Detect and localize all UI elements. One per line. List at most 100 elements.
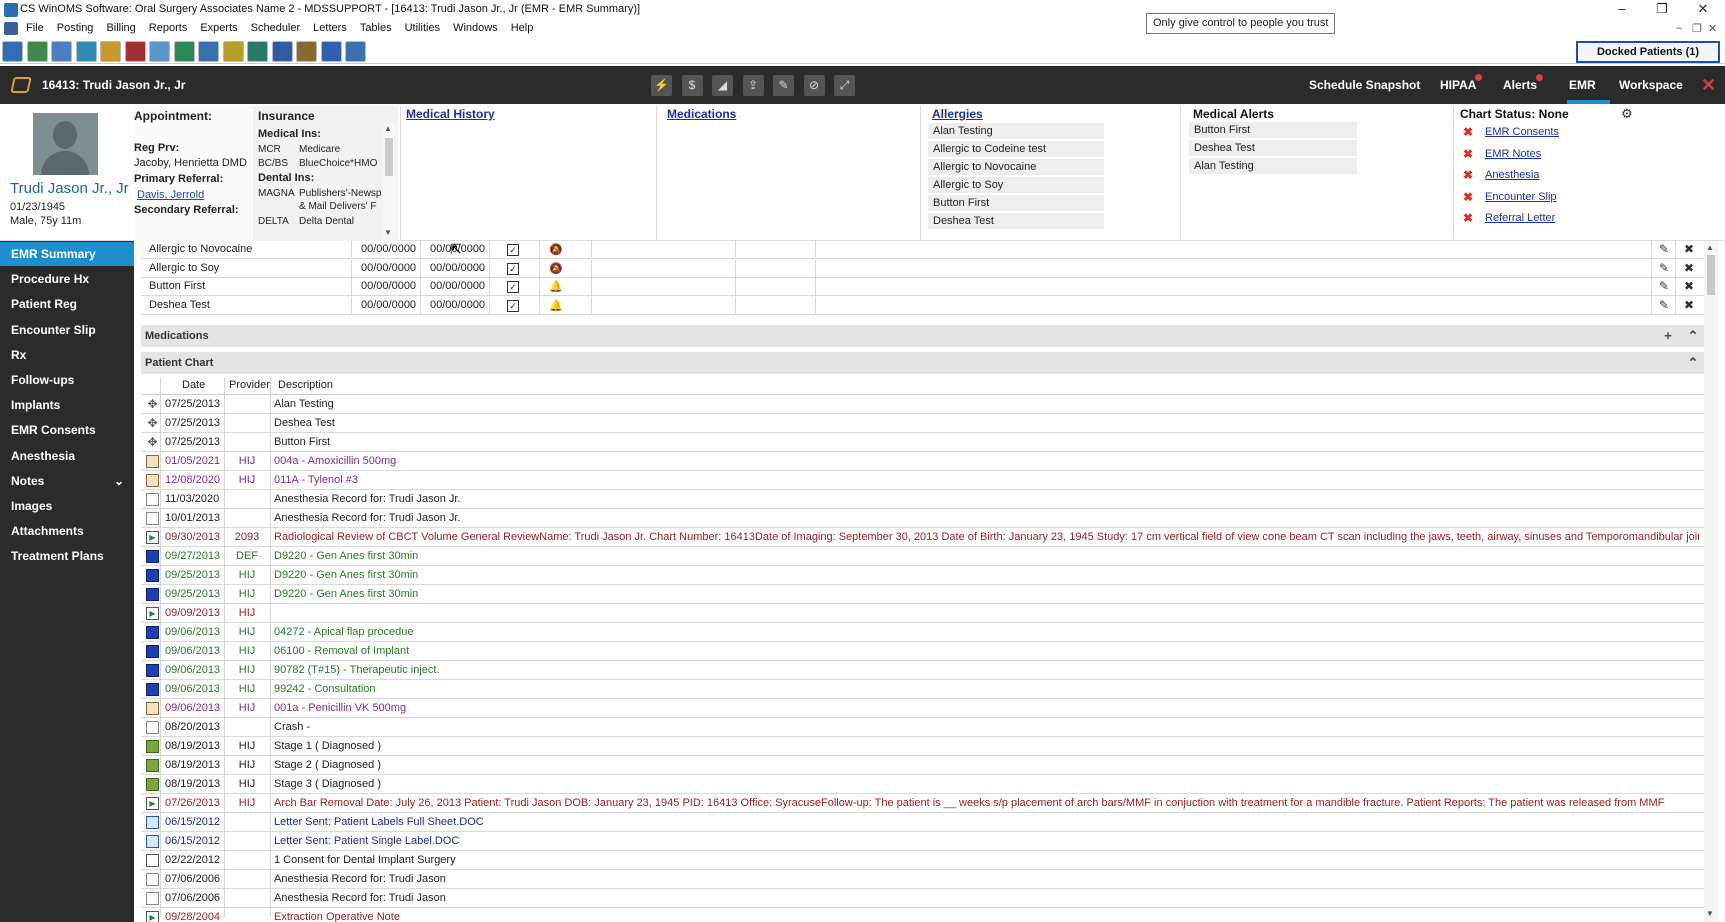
- active-checkbox[interactable]: ✓: [507, 244, 519, 256]
- restore-button[interactable]: ❐: [1647, 0, 1677, 18]
- delete-x-icon[interactable]: ✖: [1684, 261, 1694, 275]
- nav-workspace[interactable]: Workspace: [1619, 78, 1683, 92]
- sidebar-item-implants[interactable]: Implants: [0, 393, 134, 417]
- table-row[interactable]: ▶ 07/26/2013 HIJ Arch Bar Removal Date: Jul…: [141, 794, 1704, 813]
- nav-emr[interactable]: EMR: [1569, 78, 1596, 92]
- chart-status-link[interactable]: Encounter Slip: [1485, 191, 1557, 203]
- edit-pencil-icon[interactable]: ✎: [1659, 242, 1669, 256]
- sidebar-item-procedure-hx[interactable]: Procedure Hx: [0, 267, 134, 291]
- active-checkbox[interactable]: ✓: [507, 299, 519, 312]
- scroll-up-icon[interactable]: ▲: [1706, 243, 1714, 252]
- table-row[interactable]: 09/06/2013 HIJ 06100 - Removal of Implant: [141, 642, 1704, 661]
- tree-icon[interactable]: [26, 41, 48, 62]
- chart-status-link[interactable]: Referral Letter: [1485, 212, 1555, 224]
- menu-item-billing[interactable]: Billing: [106, 22, 135, 34]
- table-row[interactable]: ✥ 07/25/2013 Button First: [141, 433, 1704, 452]
- table-row[interactable]: 09/06/2013 HIJ 04272 - Apical flap procedu…: [141, 623, 1704, 642]
- allergy-chip[interactable]: Allergic to Codeine test: [928, 141, 1104, 157]
- bell-icon[interactable]: 🔔: [549, 280, 563, 293]
- table-row[interactable]: 09/06/2013 HIJ 99242 - Consultation: [141, 680, 1704, 699]
- info-icon[interactable]: [320, 41, 342, 62]
- scroll-down-icon[interactable]: ▼: [384, 228, 392, 237]
- minimize-button[interactable]: –: [1607, 0, 1637, 18]
- table-row[interactable]: 09/25/2013 HIJ D9220 - Gen Anes first 30mi…: [141, 566, 1704, 585]
- camera-icon[interactable]: [247, 41, 268, 62]
- calendar-icon[interactable]: [198, 41, 219, 62]
- document-menu-icon[interactable]: [4, 22, 18, 35]
- main-scrollbar[interactable]: ▲ ▼: [1704, 241, 1718, 922]
- table-row[interactable]: ▶ 09/09/2013 HIJ: [141, 604, 1704, 623]
- sidebar-item-rx[interactable]: Rx: [0, 343, 134, 367]
- scroll-thumb[interactable]: [385, 138, 393, 176]
- allergy-chip[interactable]: Alan Testing: [928, 123, 1104, 139]
- docked-patients-button[interactable]: Docked Patients (1): [1576, 41, 1720, 63]
- lightning-icon[interactable]: ⚡: [651, 75, 672, 96]
- edit-pencil-icon[interactable]: ✎: [1659, 298, 1669, 312]
- patient-name[interactable]: Trudi Jason Jr., Jr: [10, 180, 129, 197]
- attach-icon[interactable]: ⊘: [803, 75, 825, 96]
- menu-item-windows[interactable]: Windows: [453, 22, 498, 34]
- search-doc-icon[interactable]: [51, 41, 72, 62]
- table-row[interactable]: 11/03/2020 Anesthesia Record for: Trudi J…: [141, 490, 1704, 509]
- medical-alert-chip[interactable]: Alan Testing: [1189, 158, 1357, 174]
- sidebar-item-encounter-slip[interactable]: Encounter Slip: [0, 318, 134, 342]
- table-row[interactable]: 09/06/2013 HIJ 90782 (T#15) - Therapeutic …: [141, 661, 1704, 680]
- table-row[interactable]: Button First 00/00/0000 00/00/0000 ✓ 🔔 ✎ ✖: [141, 278, 1704, 296]
- scroll-down-icon[interactable]: ▼: [1706, 909, 1714, 918]
- medical-icon[interactable]: [124, 41, 146, 62]
- menu-item-file[interactable]: File: [26, 22, 44, 34]
- menu-item-experts[interactable]: Experts: [200, 22, 237, 34]
- table-row[interactable]: Allergic to Soy 00/00/0000 00/00/0000 ✓ 🔕 ✎ ✖: [141, 259, 1704, 278]
- sidebar-item-images[interactable]: Images: [0, 494, 134, 518]
- sidebar-item-emr-summary[interactable]: EMR Summary: [0, 242, 134, 266]
- medications-link[interactable]: Medications: [667, 107, 736, 121]
- collapse-medications-button[interactable]: ⌃: [1685, 328, 1701, 344]
- settings-icon[interactable]: [100, 41, 121, 62]
- table-row[interactable]: 02/22/2012 1 Consent for Dental Implant S…: [141, 851, 1704, 870]
- mdi-minimize-button[interactable]: –: [1676, 22, 1682, 34]
- nav-schedule-snapshot[interactable]: Schedule Snapshot: [1309, 78, 1420, 92]
- table-row[interactable]: ✥ 07/25/2013 Alan Testing: [141, 395, 1704, 414]
- transfer-icon[interactable]: [345, 41, 366, 62]
- bell-icon[interactable]: 🔔: [549, 299, 563, 312]
- allergy-chip[interactable]: Allergic to Novocaine: [928, 159, 1104, 175]
- nav-alerts[interactable]: Alerts: [1503, 74, 1544, 92]
- sidebar-item-emr-consents[interactable]: EMR Consents: [0, 418, 134, 442]
- active-checkbox[interactable]: ✓: [507, 262, 519, 275]
- sidebar-item-follow-ups[interactable]: Follow-ups: [0, 368, 134, 392]
- menu-item-tables[interactable]: Tables: [360, 22, 392, 34]
- mdi-close-button[interactable]: ✕: [1708, 22, 1717, 35]
- bell-muted-icon[interactable]: 🔕: [549, 243, 563, 256]
- windows-icon[interactable]: [271, 41, 293, 62]
- billing-icon[interactable]: $: [681, 75, 703, 96]
- table-row[interactable]: 12/08/2020 HIJ 011A - Tylenol #3: [141, 471, 1704, 490]
- edit-pencil-icon[interactable]: ✎: [1659, 279, 1669, 293]
- active-checkbox[interactable]: ✓: [507, 281, 519, 293]
- allergies-link[interactable]: Allergies: [932, 107, 983, 121]
- chart-status-link[interactable]: EMR Notes: [1485, 148, 1541, 160]
- scroll-up-icon[interactable]: ▲: [384, 124, 392, 133]
- sidebar-item-patient-reg[interactable]: Patient Reg: [0, 292, 134, 316]
- exit-icon[interactable]: [173, 41, 195, 62]
- medical-alert-chip[interactable]: Button First: [1189, 122, 1357, 138]
- menu-item-utilities[interactable]: Utilities: [405, 22, 440, 34]
- chart-status-link[interactable]: EMR Consents: [1485, 126, 1559, 138]
- report-icon[interactable]: [222, 41, 244, 62]
- allergy-chip[interactable]: Allergic to Soy: [928, 177, 1104, 193]
- menu-item-letters[interactable]: Letters: [313, 22, 347, 34]
- sign-icon[interactable]: ✎: [773, 75, 794, 96]
- delete-x-icon[interactable]: ✖: [1684, 279, 1694, 293]
- primary-referral-link[interactable]: Davis, Jerrold: [137, 189, 204, 201]
- table-row[interactable]: 06/15/2012 Letter Sent: Patient Labels Fu…: [141, 813, 1704, 832]
- ledger-icon[interactable]: [75, 41, 97, 62]
- nav-hipaa[interactable]: HIPAA: [1440, 74, 1483, 92]
- insurance-scrollbar[interactable]: ▲ ▼: [383, 124, 395, 238]
- bell-muted-icon[interactable]: 🔕: [549, 262, 563, 275]
- table-row[interactable]: 07/06/2006 Anesthesia Record for: Trudi J…: [141, 870, 1704, 889]
- table-row[interactable]: 08/19/2013 HIJ Stage 2 ( Diagnosed ): [141, 756, 1704, 775]
- table-row[interactable]: 08/19/2013 HIJ Stage 3 ( Diagnosed ): [141, 775, 1704, 794]
- mdi-restore-button[interactable]: ❐: [1692, 22, 1702, 35]
- sidebar-item-treatment-plans[interactable]: Treatment Plans: [0, 544, 134, 568]
- table-row[interactable]: 08/20/2013 Crash -: [141, 718, 1704, 737]
- menu-item-reports[interactable]: Reports: [149, 22, 188, 34]
